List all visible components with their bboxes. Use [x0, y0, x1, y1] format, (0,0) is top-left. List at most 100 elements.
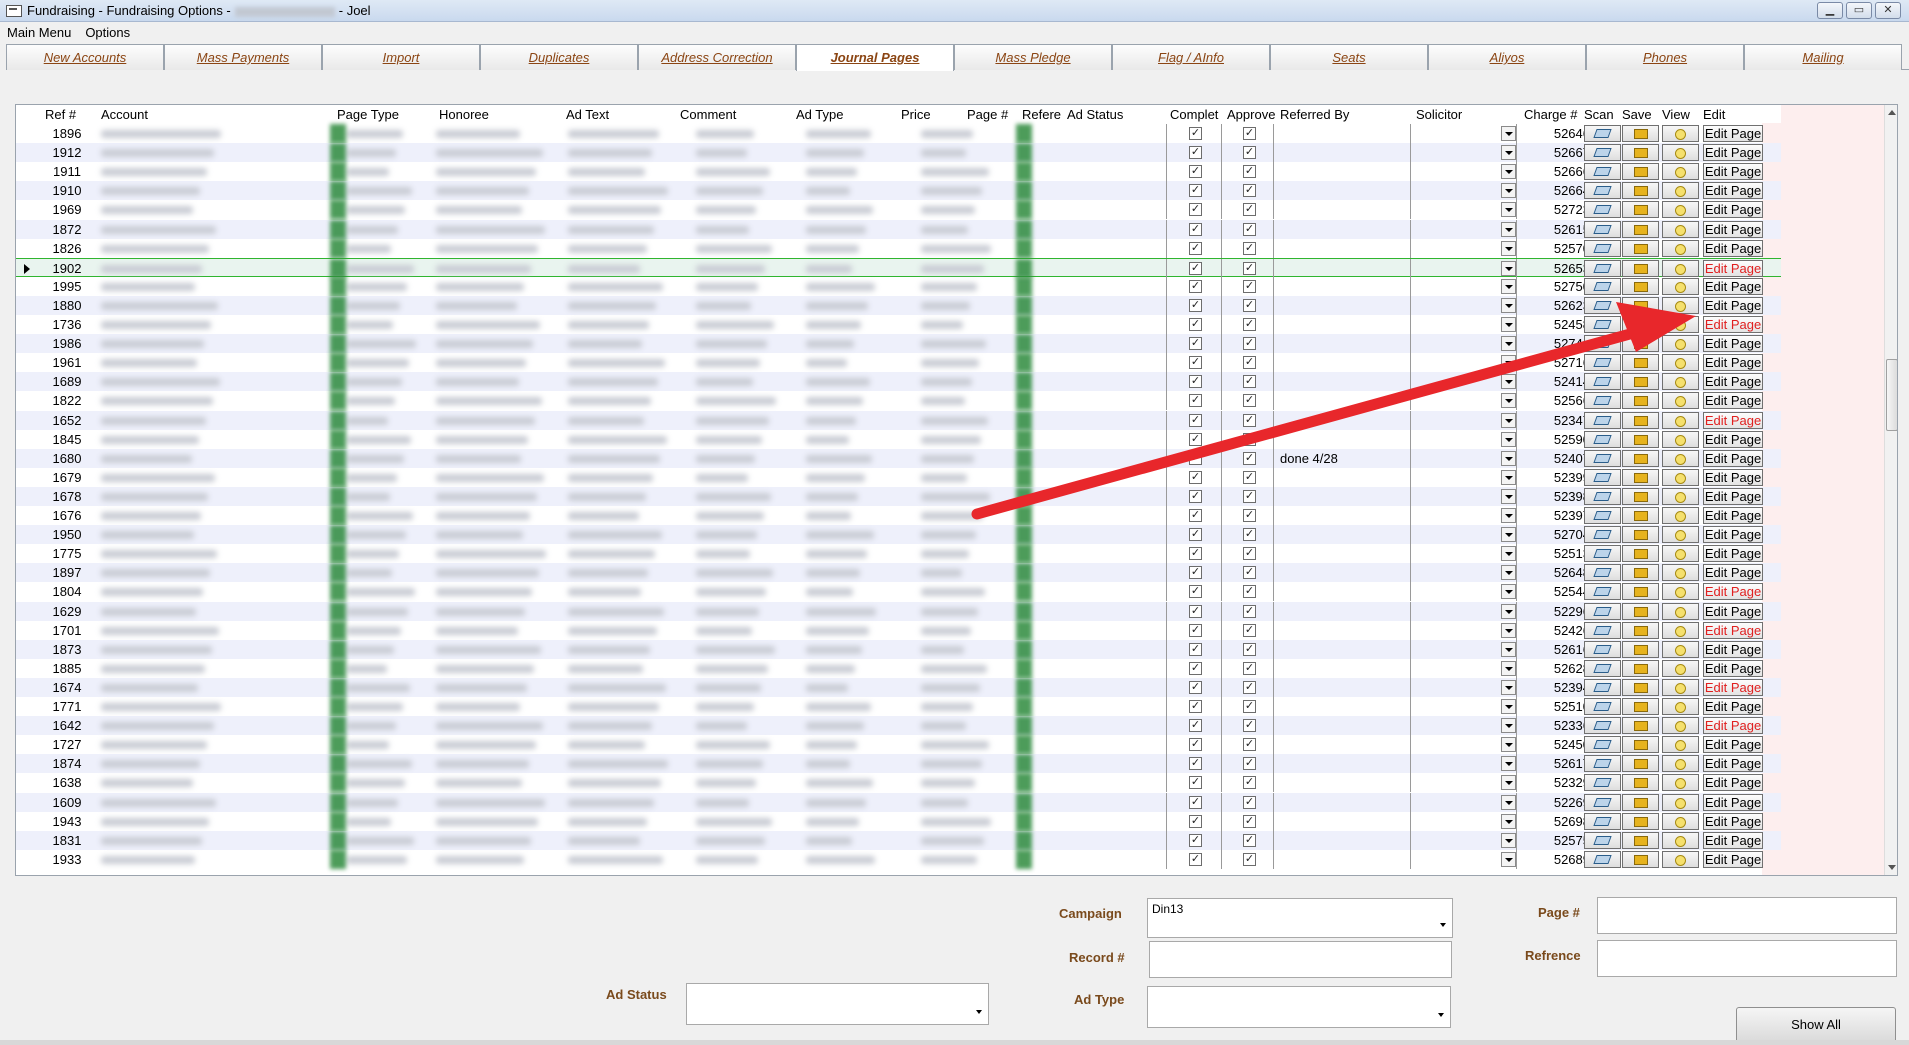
- tab-mass-pledge[interactable]: Mass Pledge: [954, 44, 1112, 70]
- ref-cell[interactable]: 1826: [45, 241, 89, 256]
- scan-button[interactable]: [1584, 296, 1621, 314]
- edit-page-button[interactable]: Edit Page: [1703, 354, 1763, 372]
- charge-cell[interactable]: 52414: [1522, 374, 1590, 389]
- solicitor-dropdown[interactable]: [1501, 584, 1516, 600]
- edit-page-button[interactable]: Edit Page: [1703, 259, 1763, 277]
- charge-cell[interactable]: 52296: [1522, 604, 1590, 619]
- view-button[interactable]: [1662, 678, 1699, 696]
- tab-aliyos[interactable]: Aliyos: [1428, 44, 1586, 70]
- save-button[interactable]: [1622, 812, 1659, 830]
- solicitor-dropdown[interactable]: [1501, 603, 1516, 619]
- scan-button[interactable]: [1584, 259, 1621, 277]
- table-row[interactable]: 1885 ✓ ✓ 52628 Edit Page: [16, 658, 1781, 678]
- solicitor-dropdown[interactable]: [1501, 775, 1516, 791]
- charge-cell[interactable]: 52590: [1522, 432, 1590, 447]
- scan-button[interactable]: [1584, 430, 1621, 448]
- ref-cell[interactable]: 1689: [45, 374, 89, 389]
- solicitor-dropdown[interactable]: [1501, 260, 1516, 276]
- charge-cell[interactable]: 52458: [1522, 317, 1590, 332]
- col-ad-status[interactable]: Ad Status: [1067, 107, 1123, 122]
- col-page-num[interactable]: Page #: [967, 107, 1008, 122]
- approve-checkbox[interactable]: ✓: [1243, 451, 1256, 465]
- scan-button[interactable]: [1584, 277, 1621, 295]
- table-row[interactable]: 1680 ✓ ✓ done 4/28 52407 Edit Page: [16, 448, 1781, 468]
- approve-checkbox[interactable]: ✓: [1243, 375, 1256, 389]
- col-account[interactable]: Account: [101, 107, 148, 122]
- tab-journal-pages[interactable]: Journal Pages: [796, 44, 954, 71]
- table-row[interactable]: 1678 ✓ ✓ 52398 Edit Page: [16, 486, 1781, 506]
- complet-checkbox[interactable]: ✓: [1189, 852, 1202, 866]
- solicitor-dropdown[interactable]: [1501, 317, 1516, 332]
- view-button[interactable]: [1662, 449, 1699, 467]
- edit-page-button[interactable]: Edit Page: [1703, 430, 1763, 448]
- col-honoree[interactable]: Honoree: [439, 107, 489, 122]
- complet-checkbox[interactable]: ✓: [1189, 585, 1202, 599]
- table-row[interactable]: 1933 ✓ ✓ 52689 Edit Page: [16, 849, 1781, 869]
- ref-cell[interactable]: 1885: [45, 661, 89, 676]
- col-solicitor[interactable]: Solicitor: [1416, 107, 1462, 122]
- scan-button[interactable]: [1584, 507, 1621, 524]
- table-row[interactable]: 1736 ✓ ✓ 52458 Edit Page: [16, 315, 1781, 334]
- ref-cell[interactable]: 1771: [45, 699, 89, 714]
- view-button[interactable]: [1662, 411, 1699, 429]
- charge-cell[interactable]: 52394: [1522, 680, 1590, 695]
- save-button[interactable]: [1622, 736, 1659, 754]
- complet-checkbox[interactable]: ✓: [1189, 203, 1202, 217]
- solicitor-dropdown[interactable]: [1501, 297, 1516, 313]
- table-row[interactable]: 1912 ✓ ✓ 52667 Edit Page: [16, 143, 1781, 163]
- menu-options[interactable]: Options: [78, 25, 137, 40]
- save-button[interactable]: [1622, 793, 1659, 811]
- view-button[interactable]: [1662, 850, 1699, 868]
- save-button[interactable]: [1622, 411, 1659, 429]
- complet-checkbox[interactable]: ✓: [1189, 776, 1202, 790]
- ad-status-select[interactable]: [686, 983, 989, 1025]
- charge-cell[interactable]: 52750: [1522, 279, 1590, 294]
- col-comment[interactable]: Comment: [680, 107, 736, 122]
- save-button[interactable]: [1622, 602, 1659, 620]
- approve-checkbox[interactable]: ✓: [1243, 623, 1256, 637]
- solicitor-dropdown[interactable]: [1501, 393, 1516, 409]
- edit-page-button[interactable]: Edit Page: [1703, 621, 1763, 639]
- refrence-input[interactable]: [1597, 940, 1897, 977]
- complet-checkbox[interactable]: ✓: [1189, 566, 1202, 580]
- solicitor-dropdown[interactable]: [1501, 718, 1516, 734]
- scan-button[interactable]: [1584, 373, 1621, 391]
- view-button[interactable]: [1662, 296, 1699, 314]
- view-button[interactable]: [1662, 640, 1699, 658]
- table-row[interactable]: 1961 ✓ ✓ 52716 Edit Page: [16, 353, 1781, 373]
- approve-checkbox[interactable]: ✓: [1243, 852, 1256, 866]
- view-button[interactable]: [1662, 831, 1699, 849]
- charge-cell[interactable]: 52566: [1522, 393, 1590, 408]
- edit-page-button[interactable]: Edit Page: [1703, 793, 1763, 811]
- ref-cell[interactable]: 1609: [45, 795, 89, 810]
- complet-checkbox[interactable]: ✓: [1189, 814, 1202, 828]
- complet-checkbox[interactable]: ✓: [1189, 184, 1202, 198]
- ref-cell[interactable]: 1678: [45, 489, 89, 504]
- approve-checkbox[interactable]: ✓: [1243, 146, 1256, 160]
- approve-checkbox[interactable]: ✓: [1243, 528, 1256, 542]
- solicitor-dropdown[interactable]: [1501, 546, 1516, 562]
- scan-button[interactable]: [1584, 220, 1621, 238]
- save-button[interactable]: [1622, 449, 1659, 467]
- view-button[interactable]: [1662, 755, 1699, 773]
- scroll-down-icon[interactable]: [1888, 865, 1896, 870]
- col-view[interactable]: View: [1662, 107, 1690, 122]
- view-button[interactable]: [1662, 507, 1699, 524]
- complet-checkbox[interactable]: ✓: [1189, 318, 1202, 331]
- tab-new-accounts[interactable]: New Accounts: [6, 44, 164, 70]
- solicitor-dropdown[interactable]: [1501, 145, 1516, 161]
- edit-page-button[interactable]: Edit Page: [1703, 125, 1763, 142]
- charge-cell[interactable]: 52648: [1522, 565, 1590, 580]
- solicitor-dropdown[interactable]: [1501, 622, 1516, 638]
- tab-import[interactable]: Import: [322, 44, 480, 70]
- complet-checkbox[interactable]: ✓: [1189, 356, 1202, 370]
- col-approve[interactable]: Approve: [1227, 107, 1275, 122]
- complet-checkbox[interactable]: ✓: [1189, 604, 1202, 618]
- complet-checkbox[interactable]: ✓: [1189, 413, 1202, 427]
- table-row[interactable]: 1804 ✓ ✓ 52544 Edit Page: [16, 582, 1781, 602]
- scroll-thumb[interactable]: [1886, 359, 1897, 431]
- save-button[interactable]: [1622, 163, 1659, 181]
- charge-cell[interactable]: 52716: [1522, 355, 1590, 370]
- ref-cell[interactable]: 1727: [45, 737, 89, 752]
- table-row[interactable]: 1689 ✓ ✓ 52414 Edit Page: [16, 372, 1781, 392]
